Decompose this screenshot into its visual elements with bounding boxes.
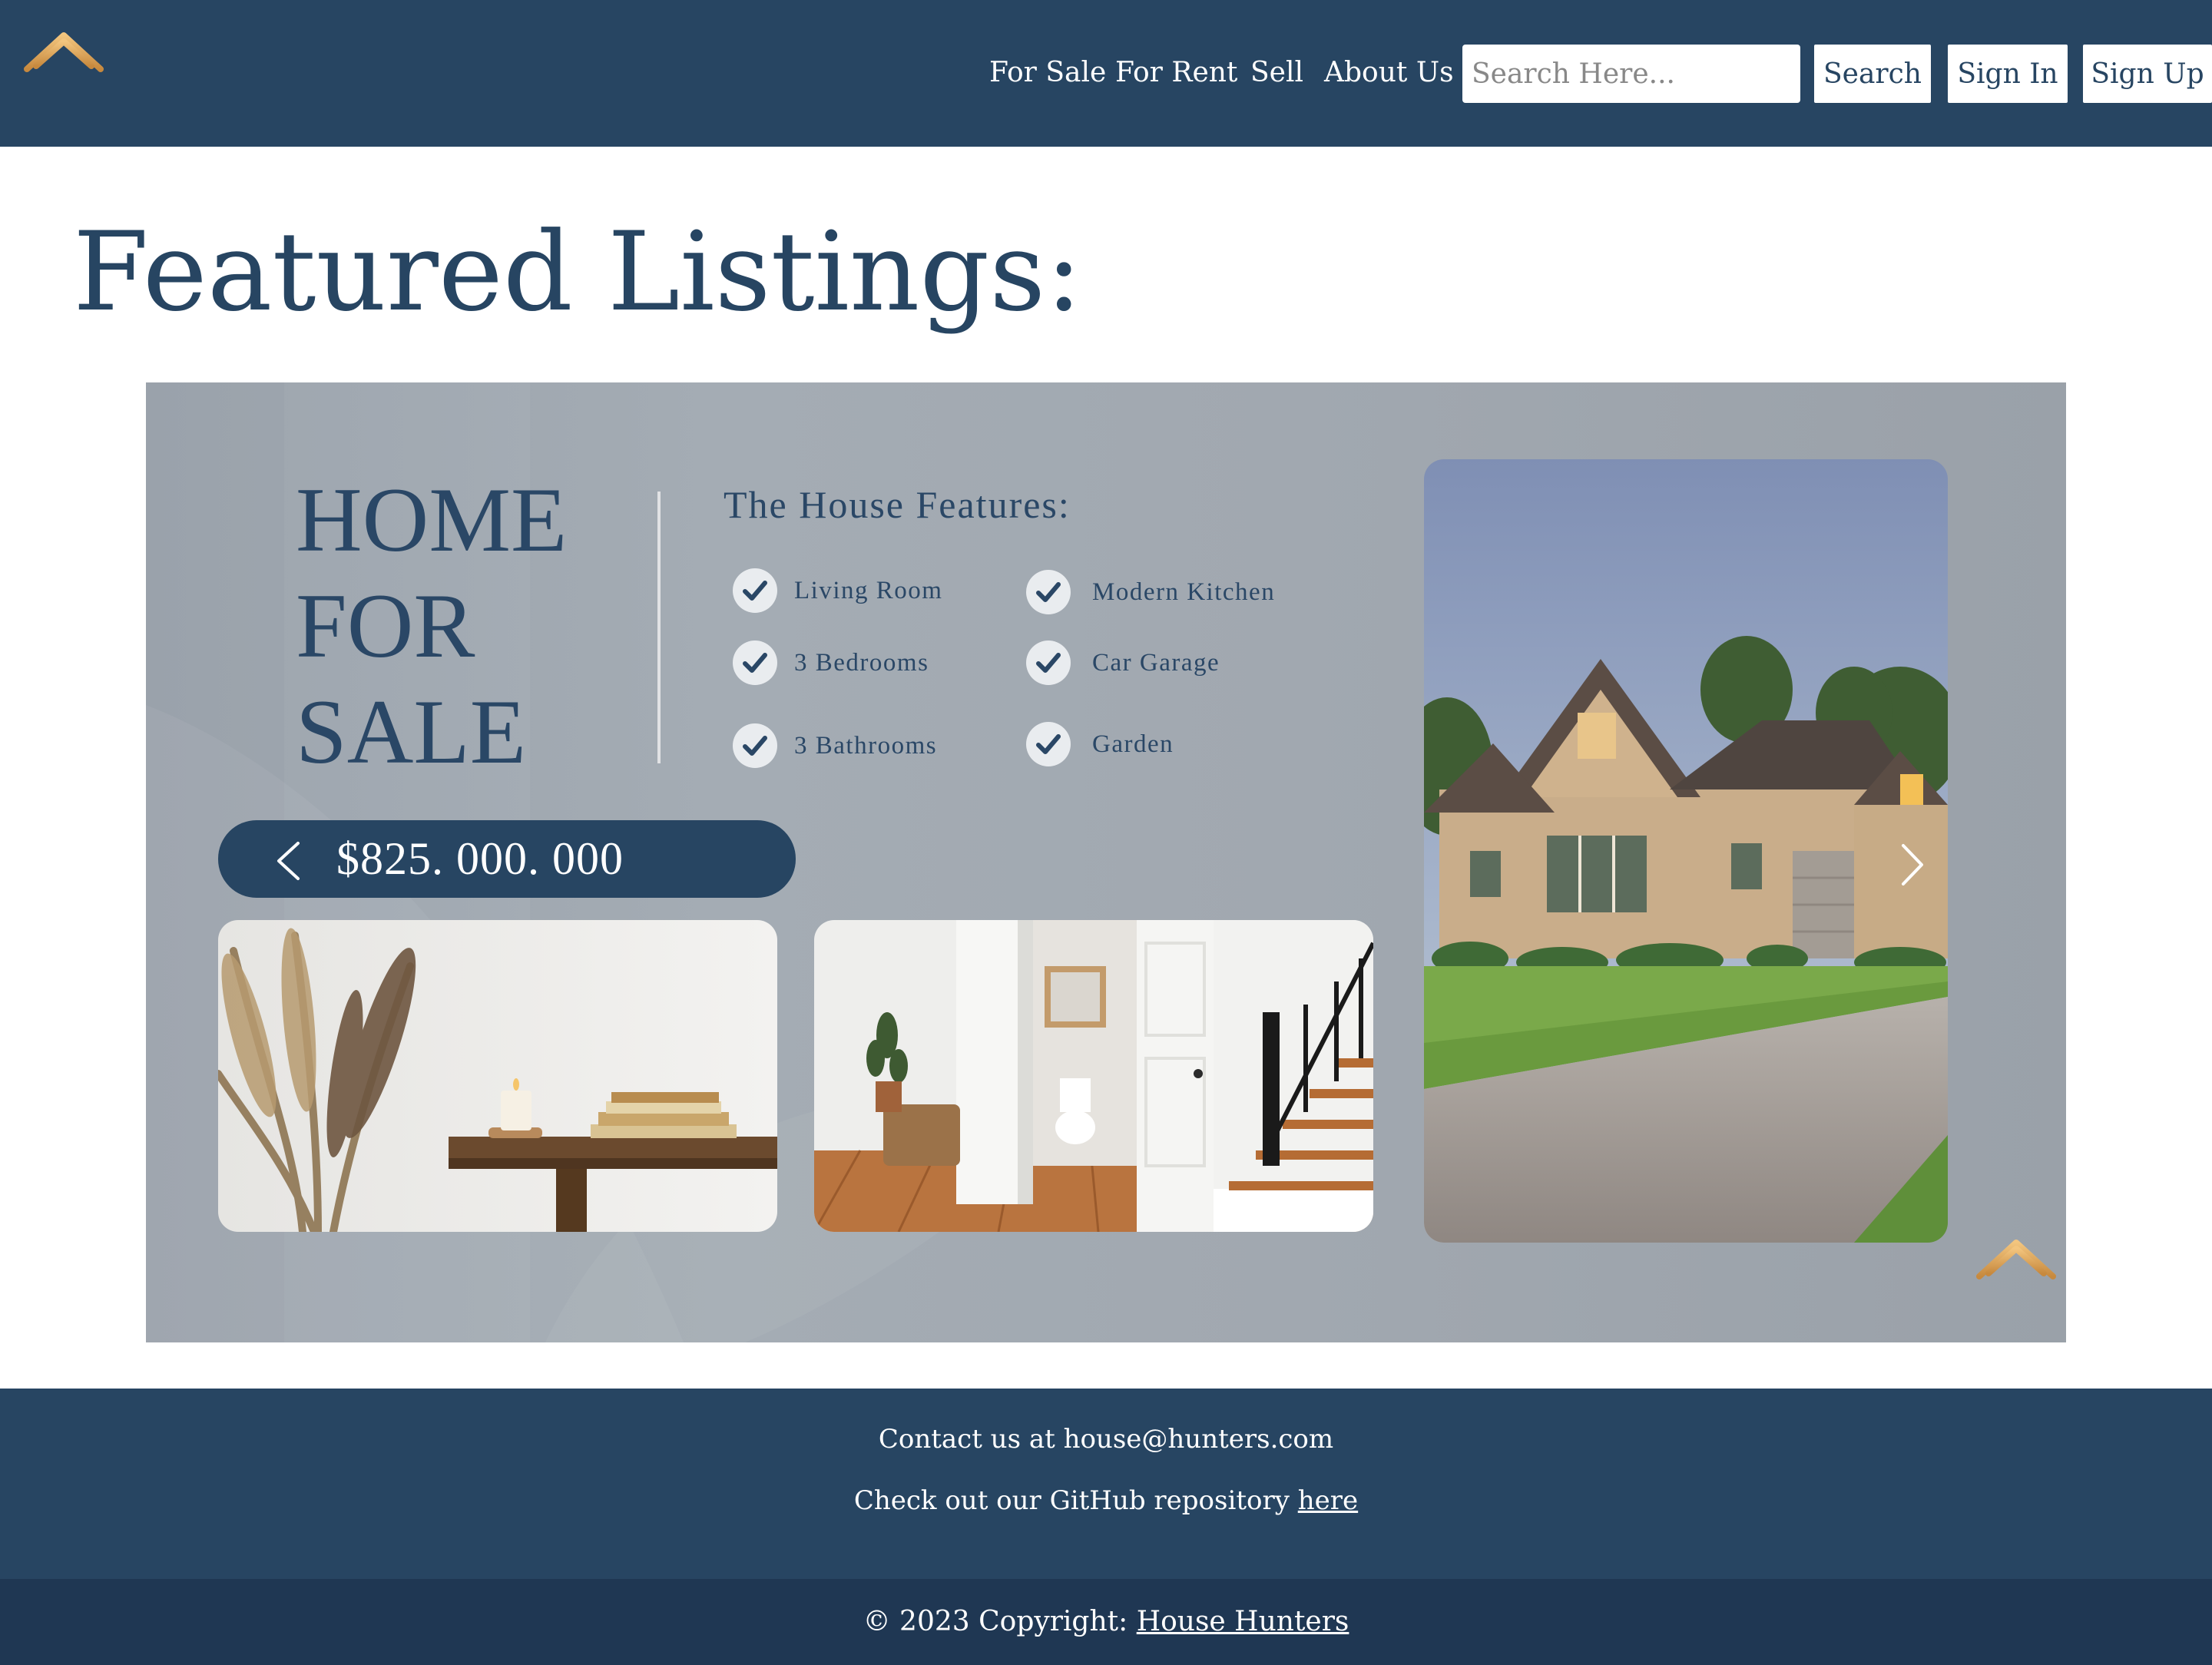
vertical-divider <box>657 492 661 763</box>
feature-label: Car Garage <box>1092 649 1220 677</box>
chevron-left-icon[interactable] <box>275 841 301 881</box>
sign-up-button[interactable]: Sign Up <box>2083 45 2212 103</box>
search-button[interactable]: Search <box>1814 45 1931 103</box>
house-hunters-logo-icon[interactable] <box>23 31 104 129</box>
check-icon <box>733 568 777 613</box>
copyright-text: © 2023 Copyright: <box>863 1606 1128 1637</box>
sign-in-button[interactable]: Sign In <box>1948 45 2068 103</box>
copyright-link[interactable]: House Hunters <box>1137 1606 1349 1637</box>
check-icon <box>733 641 777 685</box>
headline-line: FOR <box>296 574 475 677</box>
check-icon <box>1026 570 1071 614</box>
listing-carousel: HOME FOR SALE The House Features: Living… <box>146 382 2066 1342</box>
repo-text: Check out our GitHub repository <box>853 1485 1290 1516</box>
feature-label: 3 Bedrooms <box>794 649 929 677</box>
hallway-photo <box>814 920 1373 1232</box>
features-title: The House Features: <box>724 483 1071 526</box>
search-input[interactable] <box>1462 45 1800 103</box>
listing-headline: HOME FOR SALE <box>296 467 567 785</box>
copyright-bar: © 2023 Copyright: House Hunters <box>0 1579 2212 1665</box>
nav-link-for-sale[interactable]: For Sale <box>989 51 1106 95</box>
nav-link-about-us[interactable]: About Us <box>1324 51 1454 95</box>
feature-label: Modern Kitchen <box>1092 578 1276 606</box>
interior-decor-photo <box>218 920 777 1232</box>
nav-link-sell[interactable]: Sell <box>1250 51 1303 95</box>
feature-label: 3 Bathrooms <box>794 732 938 760</box>
contact-text: Contact us at house@hunters.com <box>878 1424 1334 1455</box>
repo-line: Check out our GitHub repository here <box>0 1485 2212 1516</box>
headline-line: HOME <box>296 468 568 571</box>
check-icon <box>1026 641 1071 685</box>
page-title: Featured Listings: <box>73 209 1083 336</box>
house-hunters-logo-icon <box>1975 1238 2057 1336</box>
headline-line: SALE <box>296 680 526 783</box>
nav-link-for-rent[interactable]: For Rent <box>1115 51 1237 95</box>
house-exterior-photo <box>1424 459 1948 1243</box>
check-icon <box>1026 722 1071 766</box>
check-icon <box>733 723 777 768</box>
price-banner: $825. 000. 000 <box>218 820 796 898</box>
footer: Contact us at house@hunters.com Check ou… <box>0 1389 2212 1579</box>
feature-label: Garden <box>1092 730 1174 758</box>
feature-label: Living Room <box>794 577 943 604</box>
navbar: For Sale For Rent Sell About Us Search S… <box>0 0 2212 147</box>
chevron-right-icon[interactable] <box>1900 843 1925 886</box>
listing-price: $825. 000. 000 <box>336 833 624 884</box>
repo-link[interactable]: here <box>1298 1485 1358 1516</box>
